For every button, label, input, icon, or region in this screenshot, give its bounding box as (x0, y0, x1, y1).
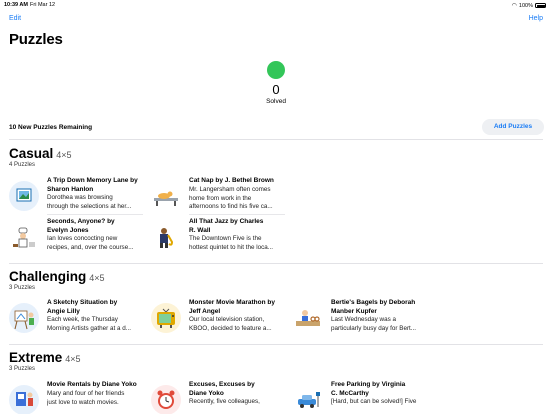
puzzle-description: Our local television station, KBOO, decid… (189, 316, 272, 332)
puzzle-title: Monster Movie Marathon by Jeff Angel (189, 299, 275, 315)
section-extreme: Extreme 4×5 3 Puzzles (9, 350, 543, 372)
puzzle-card-cat-nap[interactable]: Cat Nap by J. Bethel Brown Mr. Langersha… (151, 177, 285, 217)
puzzle-title: Bertie's Bagels by Deborah Manber Kupfer (331, 299, 416, 315)
card-separator (189, 214, 285, 215)
section-title: Casual (9, 146, 54, 161)
puzzle-title: Free Parking by Virginia C. McCarthy (331, 381, 406, 397)
puzzle-title: A Sketchy Situation by Angie Lilly (47, 299, 118, 315)
puzzle-description: Ian loves concocting new recipes, and, ov… (47, 235, 134, 251)
section-grid-size: 4×5 (89, 273, 105, 283)
puzzle-description: Recently, five colleagues, (189, 398, 260, 405)
battery-icon (535, 3, 546, 8)
section-header: Casual 4×5 (9, 146, 543, 161)
status-date: Fri Mar 12 (30, 2, 56, 8)
section-title: Challenging (9, 269, 87, 284)
puzzle-card-movie-rentals[interactable]: Movie Rentals by Diane Yoko Mary and fou… (9, 381, 139, 414)
help-button[interactable]: Help (529, 15, 543, 22)
bagel-counter-icon (293, 303, 323, 333)
puzzle-description: Mary and four of her friends just love to… (47, 390, 125, 406)
puzzle-card-all-that-jazz[interactable]: All That Jazz by Charles R. Wall The Down… (151, 218, 281, 258)
section-header: Extreme 4×5 (9, 350, 543, 365)
remaining-puzzles-label: 10 New Puzzles Remaining (9, 124, 93, 131)
add-puzzles-button[interactable]: Add Puzzles (482, 119, 544, 135)
status-time: 10:39 AM (4, 2, 28, 8)
puzzle-card-memory-lane[interactable]: A Trip Down Memory Lane by Sharon Hanlon … (9, 177, 143, 217)
section-title: Extreme (9, 350, 63, 365)
section-casual: Casual 4×5 4 Puzzles (9, 146, 543, 168)
puzzle-card-monster-movie[interactable]: Monster Movie Marathon by Jeff Angel Our … (151, 299, 281, 339)
edit-button[interactable]: Edit (9, 15, 21, 22)
solved-label: Solved (266, 98, 286, 105)
puzzle-title: A Trip Down Memory Lane by Sharon Hanlon (47, 177, 138, 193)
photo-frame-icon (9, 181, 39, 211)
parking-car-icon (293, 385, 323, 414)
puzzle-card-berties-bagels[interactable]: Bertie's Bagels by Deborah Manber Kupfer … (293, 299, 423, 339)
section-grid-size: 4×5 (56, 150, 72, 160)
puzzle-description: Each week, the Thursday Morning Artists g… (47, 316, 131, 332)
puzzle-description: The Downtown Five is the hottest quintet … (189, 235, 274, 251)
saxophone-player-icon (151, 222, 181, 252)
section-challenging: Challenging 4×5 3 Puzzles (9, 269, 543, 291)
puzzle-card-seconds-anyone[interactable]: Seconds, Anyone? by Evelyn Jones Ian love… (9, 218, 139, 258)
puzzle-title: Seconds, Anyone? by Evelyn Jones (47, 218, 115, 234)
puzzle-card-free-parking[interactable]: Free Parking by Virginia C. McCarthy [Har… (293, 381, 423, 414)
puzzle-card-sketchy-situation[interactable]: A Sketchy Situation by Angie Lilly Each w… (9, 299, 139, 339)
puzzle-description: [Hard, but can be solved!] Five (331, 398, 417, 405)
movie-rental-icon (9, 385, 39, 414)
tv-monster-icon (151, 303, 181, 333)
puzzle-description: Last Wednesday was a particularly busy da… (331, 316, 417, 332)
card-separator (47, 214, 143, 215)
section-puzzle-count: 3 Puzzles (9, 285, 36, 291)
wifi-icon: ◠ (511, 3, 517, 9)
puzzle-title: All That Jazz by Charles R. Wall (189, 218, 264, 234)
puzzle-description: Mr. Langersham often comes home from work… (189, 186, 273, 210)
puzzle-card-excuses-excuses[interactable]: Excuses, Excuses by Diane Yoko Recently, … (151, 381, 281, 414)
puzzle-description: Dorothea was browsing through the selecti… (47, 194, 132, 210)
solved-count: 0 (272, 82, 280, 97)
status-bar: 10:39 AM Fri Mar 12 ◠ 100% (0, 0, 552, 10)
section-grid-size: 4×5 (65, 354, 81, 364)
divider (9, 263, 543, 264)
puzzle-title: Excuses, Excuses by Diane Yoko (189, 381, 255, 397)
section-header: Challenging 4×5 (9, 269, 543, 284)
sleeping-cat-icon (151, 181, 181, 211)
status-right: ◠ 100% (512, 2, 546, 9)
battery-percent: 100% (518, 2, 533, 9)
solved-indicator-dot (267, 61, 285, 79)
section-puzzle-count: 4 Puzzles (9, 162, 36, 168)
puzzle-title: Cat Nap by J. Bethel Brown (189, 177, 274, 184)
page-title: Puzzles (9, 31, 63, 48)
divider (9, 344, 543, 345)
divider (9, 139, 543, 140)
section-puzzle-count: 3 Puzzles (9, 366, 36, 372)
puzzle-title: Movie Rentals by Diane Yoko (47, 381, 137, 388)
artist-easel-icon (9, 303, 39, 333)
alarm-clock-icon (151, 385, 181, 414)
chef-icon (9, 222, 39, 252)
